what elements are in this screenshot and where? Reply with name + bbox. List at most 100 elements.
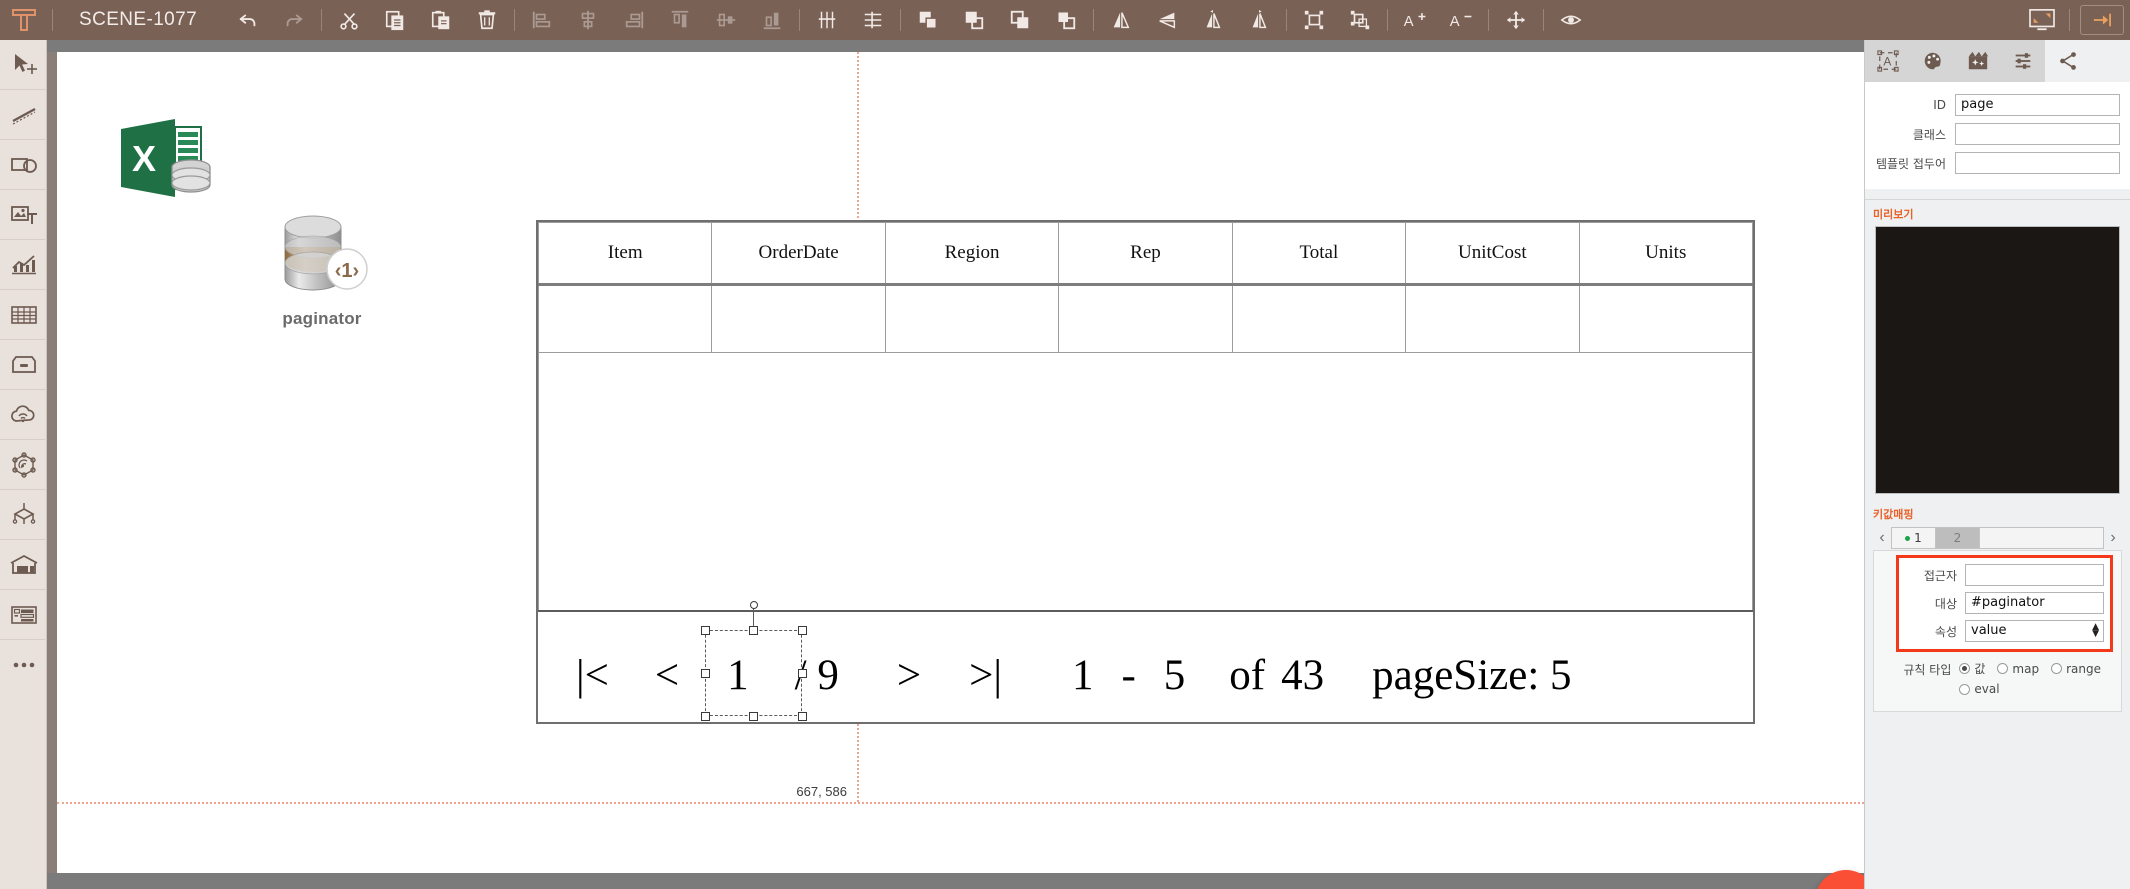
paginator-control-bar[interactable]: |< < 1 / 9 > >| 1 - 5 of 43 pageSize: 5 — [546, 630, 1572, 720]
toolbar-divider — [321, 9, 323, 31]
sidebar-item-cloud[interactable] — [0, 390, 47, 440]
align-center-h-button[interactable] — [565, 0, 611, 40]
paginator-prev-button[interactable]: < — [655, 651, 679, 700]
sidebar-item-warehouse[interactable] — [0, 540, 47, 590]
font-increase-button[interactable]: A — [1392, 0, 1438, 40]
paginator-next-button[interactable]: > — [897, 651, 921, 700]
app-logo[interactable] — [0, 0, 48, 40]
save-button[interactable] — [1815, 870, 1864, 889]
sidebar-item-network[interactable] — [0, 440, 47, 490]
group-button[interactable] — [1291, 0, 1337, 40]
canvas-scroll-left[interactable] — [47, 52, 57, 873]
sidebar-item-table[interactable] — [0, 290, 47, 340]
field-target[interactable]: #paginator — [1965, 592, 2104, 614]
radio-rule-value[interactable] — [1959, 663, 1971, 674]
send-to-back-button[interactable] — [1043, 0, 1089, 40]
distribute-h-button[interactable] — [804, 0, 850, 40]
toolbar-divider — [514, 9, 516, 31]
cut-button[interactable] — [326, 0, 372, 40]
resize-handle-n[interactable] — [749, 626, 758, 635]
kv-detail-panel: 접근자 대상 #paginator 속성 value ▲ ▼ 규칙 타입 값 m… — [1873, 550, 2122, 712]
paste-button[interactable] — [418, 0, 464, 40]
rotation-handle[interactable] — [750, 601, 758, 609]
resize-handle-ne[interactable] — [798, 626, 807, 635]
resize-handle-sw[interactable] — [701, 712, 710, 721]
paginator-range-end: 5 — [1163, 651, 1186, 699]
field-id[interactable]: page — [1955, 94, 2120, 116]
flip-horizontal-button[interactable] — [1098, 0, 1144, 40]
align-left-button[interactable] — [519, 0, 565, 40]
move-button[interactable] — [1493, 0, 1539, 40]
resize-handle-e[interactable] — [798, 669, 807, 678]
canvas-surface[interactable]: 667, 586 X ‹1› paginator Item OrderDate … — [57, 52, 1864, 889]
kv-tab-1[interactable]: 1 — [1892, 528, 1936, 548]
fullscreen-button[interactable] — [2019, 0, 2065, 40]
sidebar-item-machine[interactable] — [0, 490, 47, 540]
sidebar-item-image-text[interactable] — [0, 190, 47, 240]
tab-style[interactable] — [1910, 40, 1955, 82]
field-accessor[interactable] — [1965, 564, 2104, 586]
preview-button[interactable] — [1548, 0, 1594, 40]
ungroup-button[interactable] — [1337, 0, 1383, 40]
preview-canvas[interactable] — [1875, 226, 2120, 494]
radio-rule-range[interactable] — [2051, 663, 2063, 674]
sidebar-item-shape[interactable] — [0, 140, 47, 190]
canvas-area[interactable]: 667, 586 X ‹1› paginator Item OrderDate … — [47, 40, 1864, 889]
field-class[interactable] — [1955, 123, 2120, 145]
copy-icon — [385, 10, 404, 31]
property-row-template-prefix: 템플릿 접두어 — [1869, 152, 2120, 174]
sidebar-item-chart[interactable] — [0, 240, 47, 290]
tab-animation[interactable] — [1955, 40, 2000, 82]
canvas-scroll-top[interactable] — [47, 40, 1864, 52]
bring-to-front-button[interactable] — [905, 0, 951, 40]
radio-rule-eval[interactable] — [1959, 683, 1971, 695]
kv-prev-arrow[interactable]: ‹ — [1873, 527, 1891, 549]
sidebar-item-select-move[interactable] — [0, 40, 47, 90]
bring-forward-button[interactable] — [951, 0, 997, 40]
resize-handle-s[interactable] — [749, 712, 758, 721]
field-property[interactable]: value ▲ ▼ — [1965, 620, 2104, 642]
toggle-panel-button[interactable] — [2080, 5, 2124, 35]
radio-rule-map[interactable] — [1997, 663, 2009, 674]
paginator-node[interactable]: ‹1› paginator — [262, 207, 382, 329]
field-class-label: 클래스 — [1912, 127, 1946, 142]
share-icon — [2059, 52, 2076, 70]
select-move-icon — [14, 53, 37, 74]
excel-datasource-node[interactable]: X — [119, 115, 219, 210]
flip-vertical-button[interactable] — [1144, 0, 1190, 40]
kv-next-arrow[interactable]: › — [2104, 527, 2122, 549]
send-backward-button[interactable] — [997, 0, 1043, 40]
align-right-button[interactable] — [611, 0, 657, 40]
distribute-v-button[interactable] — [850, 0, 896, 40]
align-bottom-button[interactable] — [749, 0, 795, 40]
paginator-first-button[interactable]: |< — [576, 651, 609, 700]
rotate-right-button[interactable] — [1236, 0, 1282, 40]
table-header-cell: Region — [884, 222, 1060, 286]
sidebar-item-more[interactable] — [0, 640, 47, 690]
properties-form: ID page 클래스 템플릿 접두어 — [1865, 82, 2130, 189]
paginator-page-number[interactable]: 1 — [701, 651, 775, 700]
resize-handle-w[interactable] — [701, 669, 710, 678]
sidebar-item-form[interactable] — [0, 590, 47, 640]
property-row-class: 클래스 — [1869, 123, 2120, 145]
copy-button[interactable] — [372, 0, 418, 40]
tab-properties[interactable]: A — [1865, 40, 1910, 82]
sidebar-item-line[interactable] — [0, 90, 47, 140]
redo-button[interactable] — [271, 0, 317, 40]
rotate-left-button[interactable] — [1190, 0, 1236, 40]
delete-button[interactable] — [464, 0, 510, 40]
canvas-scroll-bottom[interactable] — [47, 873, 1864, 889]
undo-button[interactable] — [225, 0, 271, 40]
font-decrease-button[interactable]: A — [1438, 0, 1484, 40]
resize-handle-se[interactable] — [798, 712, 807, 721]
align-center-h-icon — [581, 10, 595, 30]
tab-share[interactable] — [2045, 40, 2090, 82]
resize-handle-nw[interactable] — [701, 626, 710, 635]
tab-settings[interactable] — [2000, 40, 2045, 82]
field-template-prefix[interactable] — [1955, 152, 2120, 174]
align-top-button[interactable] — [657, 0, 703, 40]
align-middle-v-button[interactable] — [703, 0, 749, 40]
paginator-last-button[interactable]: >| — [969, 651, 1002, 700]
kv-tab-2[interactable]: 2 — [1936, 528, 1980, 548]
sidebar-item-container[interactable] — [0, 340, 47, 390]
